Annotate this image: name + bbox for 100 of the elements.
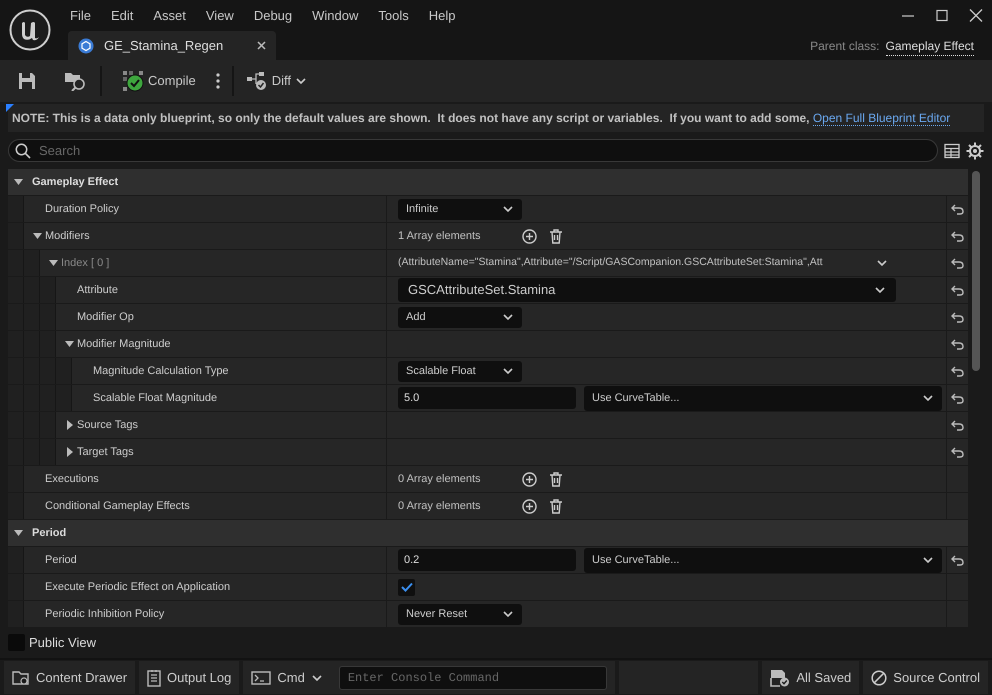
content-drawer-button[interactable]: Content Drawer [4,661,136,694]
curve-table-dropdown[interactable]: Use CurveTable... [584,548,942,572]
kebab-icon [216,73,220,89]
property-name: Modifier Op [77,310,134,325]
property-name: Source Tags [77,418,138,433]
diff-button[interactable]: Diff [238,67,315,95]
property-name: Conditional Gameplay Effects [45,498,190,514]
reset-button[interactable] [951,312,964,322]
search-icon [15,143,31,159]
property-name: Executions [45,472,99,487]
view-options-button[interactable] [944,142,960,158]
maximize-icon[interactable] [934,8,950,23]
settings-button[interactable] [966,142,984,160]
menu-item[interactable]: File [60,6,101,26]
settings-icon [966,142,984,160]
plus-circle-icon [522,498,537,514]
document-tab[interactable]: GE_Stamina_Regen [68,31,276,60]
blueprint-icon [78,38,94,54]
expand-arrow-icon[interactable] [66,420,72,430]
clear-elements-button[interactable] [549,498,563,514]
menu-item[interactable]: Debug [244,6,302,26]
collapse-arrow-icon[interactable] [14,530,23,536]
menu-item[interactable]: Asset [143,6,196,26]
reset-button[interactable] [951,420,964,430]
plus-circle-icon [522,228,537,244]
menu-item[interactable]: Help [418,6,466,26]
reset-button[interactable] [951,338,964,350]
dropdown[interactable]: Add [398,306,522,328]
corner-marker-icon [6,104,14,112]
dropdown[interactable]: GSCAttributeSet.Stamina [398,278,896,302]
reset-button[interactable] [951,366,964,376]
property-name: Magnitude Calculation Type [93,364,229,379]
undo-arrow-icon [951,554,964,566]
expand-arrow-icon[interactable] [66,447,72,457]
menu-item[interactable]: Tools [368,6,419,26]
trash-icon [549,472,563,486]
output-log-button[interactable]: Output Log [139,661,240,694]
trash-icon [549,498,563,514]
property-name: Modifiers [45,228,90,244]
folder-search-icon [64,71,88,91]
collapse-arrow-icon[interactable] [65,341,74,347]
menu-item[interactable]: View [196,6,244,26]
console-input[interactable]: Enter Console Command [338,666,607,690]
reset-button[interactable] [951,230,964,242]
property-name: Modifier Magnitude [77,336,171,352]
menu-item[interactable]: Edit [100,6,144,26]
property-name: Scalable Float Magnitude [93,390,218,406]
check-icon [400,582,412,592]
add-element-button[interactable] [522,498,537,514]
saved-button[interactable]: All Saved [762,661,860,694]
compile-check-icon [122,70,144,92]
search-field[interactable]: Search [8,139,938,162]
table-icon [944,142,960,158]
undo-arrow-icon [951,392,964,404]
category-header[interactable]: Gameplay Effect [32,174,118,190]
folder-icon [12,670,30,686]
public-view-label: Public View [29,634,96,652]
category-header[interactable]: Period [32,524,66,542]
reset-button[interactable] [951,392,964,404]
add-element-button[interactable] [522,472,537,486]
undo-arrow-icon [951,338,964,350]
array-count: 0 Array elements [398,498,482,514]
blocked-icon [871,670,888,686]
dropdown[interactable]: Scalable Float [398,360,522,382]
reset-button[interactable] [951,258,964,268]
add-element-button[interactable] [522,228,537,244]
collapse-arrow-icon[interactable] [33,233,42,239]
checkbox[interactable] [398,578,415,596]
undo-arrow-icon [951,420,964,430]
save-icon [18,72,36,90]
reset-button[interactable] [951,554,964,566]
undo-arrow-icon [951,230,964,242]
dropdown[interactable]: Never Reset [398,604,522,624]
open-editor-link[interactable]: Open Full Blueprint Editor [812,111,950,126]
compile-button[interactable]: Compile [114,66,204,96]
reset-button[interactable] [951,284,964,296]
property-name: Execute Periodic Effect on Application [45,580,230,595]
property-name: Index [ 0 ] [61,256,110,271]
parent-class-label: Parent class: [810,38,880,55]
array-count: 0 Array elements [398,472,482,487]
curve-table-dropdown[interactable]: Use CurveTable... [584,386,942,410]
clear-elements-button[interactable] [549,472,563,486]
reset-button[interactable] [951,446,964,458]
save-check-icon [770,668,790,686]
number-field[interactable]: 0.2 [398,549,576,571]
property-name: Attribute [77,282,118,298]
close-icon[interactable] [968,8,984,23]
parent-class-link[interactable]: Gameplay Effect [886,37,974,56]
source-control-button[interactable]: Source Control [863,661,988,694]
diff-icon [246,71,268,91]
dropdown[interactable]: Infinite [398,198,522,220]
collapse-arrow-icon[interactable] [14,179,23,185]
undo-arrow-icon [951,204,964,214]
tab-close-button[interactable] [257,41,266,50]
collapse-arrow-icon[interactable] [49,260,58,266]
clear-elements-button[interactable] [549,228,563,244]
menu-item[interactable]: Window [302,6,368,26]
number-field[interactable]: 5.0 [398,387,576,409]
array-count: 1 Array elements [398,228,482,244]
reset-button[interactable] [951,204,964,214]
